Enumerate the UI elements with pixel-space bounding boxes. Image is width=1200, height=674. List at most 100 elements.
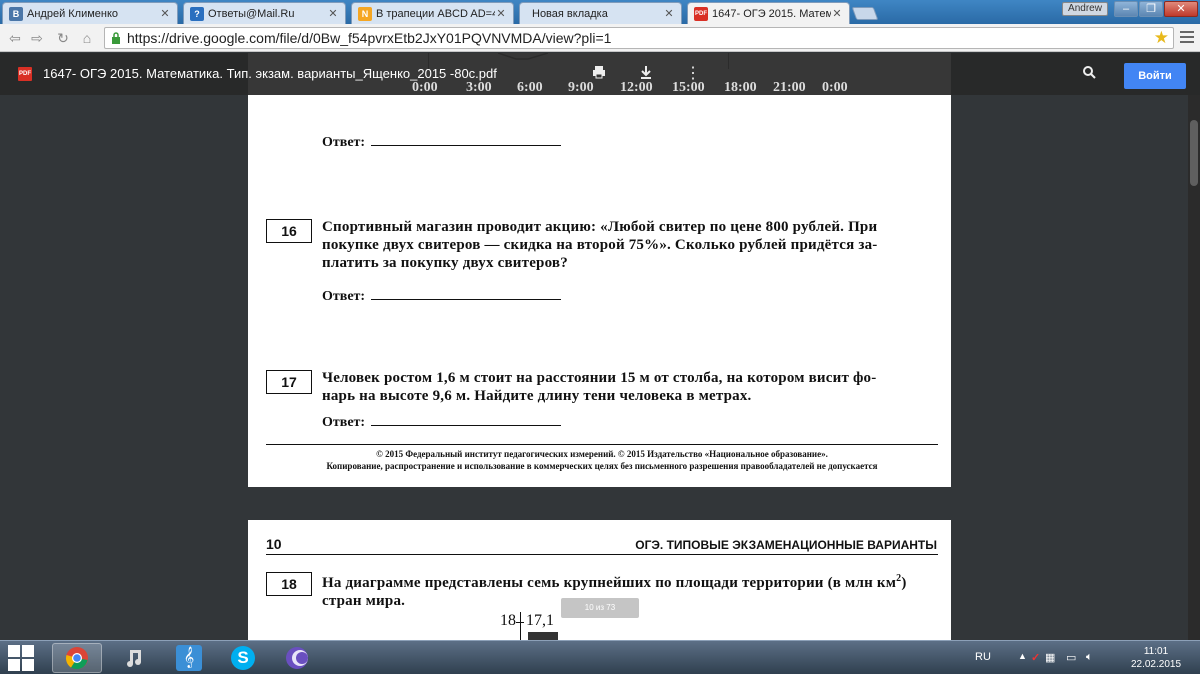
text-line: Спортивный магазин проводит акцию: «Любо… bbox=[322, 219, 878, 235]
show-hidden-icons-icon[interactable]: ▲ bbox=[1018, 651, 1027, 661]
answer-row-16: Ответ: bbox=[322, 289, 562, 305]
url-text: https://drive.google.com/file/d/0Bw_f54p… bbox=[127, 30, 612, 46]
volume-icon[interactable]: 🔈︎ bbox=[1086, 651, 1093, 664]
close-icon[interactable]: ✕ bbox=[327, 7, 339, 20]
signin-button[interactable]: Войти bbox=[1124, 63, 1186, 89]
vk-icon: B bbox=[9, 6, 23, 21]
tab-mailru[interactable]: ? Ответы@Mail.Ru ✕ bbox=[183, 2, 346, 24]
browser-toolbar: ⇦ ⇨ ↻ ⌂ https://drive.google.com/file/d/… bbox=[0, 24, 1200, 52]
tab-pdf[interactable]: PDF 1647- ОГЭ 2015. Математи ✕ bbox=[687, 2, 850, 24]
network-icon[interactable]: ▭ bbox=[1066, 651, 1076, 664]
tab-label: Ответы@Mail.Ru bbox=[208, 7, 295, 20]
help-icon: ? bbox=[190, 6, 204, 21]
address-bar[interactable]: https://drive.google.com/file/d/0Bw_f54p… bbox=[104, 27, 1174, 49]
eclipse-icon[interactable] bbox=[272, 643, 322, 673]
text-line: На диаграмме представлены семь крупнейши… bbox=[322, 570, 937, 592]
tab-label: 1647- ОГЭ 2015. Математи bbox=[712, 7, 831, 20]
page-number: 10 bbox=[266, 536, 282, 552]
answer-blank bbox=[371, 290, 562, 300]
restore-button[interactable]: ❐ bbox=[1139, 1, 1163, 17]
text-line: покупке двух свитеров — скидка на второй… bbox=[322, 237, 878, 253]
chart-axis-tick: 18 bbox=[500, 612, 516, 629]
scrollbar-thumb[interactable] bbox=[1190, 120, 1198, 186]
forward-arrow-icon[interactable]: ⇨ bbox=[28, 29, 46, 47]
pdf-icon: PDF bbox=[694, 6, 708, 21]
question-number-17: 17 bbox=[266, 370, 312, 394]
back-arrow-icon[interactable]: ⇦ bbox=[6, 29, 24, 47]
question-number-18: 18 bbox=[266, 572, 312, 596]
tray-app-icon[interactable]: ▦ bbox=[1045, 651, 1055, 664]
answer-row-15: Ответ: bbox=[322, 135, 562, 151]
pdf-page-9: 0:00 3:00 6:00 9:00 12:00 15:00 18:00 21… bbox=[248, 53, 951, 487]
bar-value-label: 17,1 bbox=[526, 612, 554, 629]
tick-label: 0:00 bbox=[412, 80, 438, 95]
skype-icon[interactable]: S bbox=[218, 643, 268, 673]
pdf-page-10: 10 ОГЭ. ТИПОВЫЕ ЭКЗАМЕНАЦИОННЫЕ ВАРИАНТЫ… bbox=[248, 520, 951, 640]
chart-bar bbox=[528, 632, 558, 640]
answer-label: Ответ: bbox=[322, 415, 366, 430]
tab-label: Новая вкладка bbox=[532, 7, 608, 20]
tick-label: 12:00 bbox=[620, 80, 653, 95]
new-tab-button[interactable] bbox=[851, 7, 879, 20]
answer-blank bbox=[371, 136, 562, 146]
text-line: Человек ростом 1,6 м стоит на расстоянии… bbox=[322, 370, 877, 386]
treble-clef-icon[interactable]: 𝄞 bbox=[164, 643, 214, 673]
time-axis-overlay: 0:00 3:00 6:00 9:00 12:00 15:00 18:00 21… bbox=[248, 80, 951, 96]
home-icon[interactable]: ⌂ bbox=[78, 29, 96, 47]
system-clock[interactable]: 11:01 22.02.2015 bbox=[1118, 645, 1194, 671]
tick-label: 18:00 bbox=[724, 80, 757, 95]
menu-icon[interactable] bbox=[1180, 31, 1194, 45]
close-icon[interactable]: ✕ bbox=[495, 7, 507, 20]
answer-label: Ответ: bbox=[322, 135, 366, 150]
lock-icon bbox=[112, 32, 120, 44]
file-title: 1647- ОГЭ 2015. Математика. Тип. экзам. … bbox=[43, 66, 497, 81]
windows-taskbar: 𝄞 S RU ▲ ✓ ▦ ▭ 🔈︎ 11:01 22.02.2015 bbox=[0, 640, 1200, 674]
tab-label: В трапеции ABCD AD=4, B bbox=[376, 7, 495, 20]
close-icon[interactable]: ✕ bbox=[663, 7, 675, 20]
close-window-button[interactable]: ✕ bbox=[1164, 1, 1198, 17]
text-line: платить за покупку двух свитеров? bbox=[322, 255, 568, 271]
question-number-16: 16 bbox=[266, 219, 312, 243]
tab-znanija[interactable]: N В трапеции ABCD AD=4, B ✕ bbox=[351, 2, 514, 24]
bookmark-star-icon[interactable]: ★ bbox=[1154, 28, 1169, 48]
chart-axis-tick-mark bbox=[516, 622, 524, 623]
chart-axis bbox=[520, 612, 521, 640]
question-16-text: Спортивный магазин проводит акцию: «Любо… bbox=[322, 218, 937, 272]
clock-time: 11:01 bbox=[1143, 646, 1169, 657]
profile-button[interactable]: Andrew bbox=[1062, 2, 1108, 16]
pdf-file-icon: PDF bbox=[18, 67, 32, 81]
tab-strip: B Андрей Клименко ✕ ? Ответы@Mail.Ru ✕ N… bbox=[0, 0, 1200, 24]
footer-divider bbox=[266, 444, 938, 445]
tick-label: 0:00 bbox=[822, 80, 848, 95]
tab-vk[interactable]: B Андрей Клименко ✕ bbox=[2, 2, 178, 24]
tick-label: 6:00 bbox=[517, 80, 543, 95]
reload-icon[interactable]: ↻ bbox=[54, 29, 72, 47]
tab-label: Андрей Клименко bbox=[27, 7, 119, 20]
close-icon[interactable]: ✕ bbox=[159, 7, 171, 20]
answer-blank bbox=[371, 416, 562, 426]
close-icon[interactable]: ✕ bbox=[831, 7, 843, 20]
answer-row-17: Ответ: bbox=[322, 415, 562, 431]
tick-label: 15:00 bbox=[672, 80, 705, 95]
text-line: нарь на высоте 9,6 м. Найдите длину тени… bbox=[322, 388, 752, 404]
header-divider bbox=[266, 554, 938, 555]
language-indicator[interactable]: RU bbox=[975, 651, 991, 663]
tick-label: 21:00 bbox=[773, 80, 806, 95]
text-segment: На диаграмме представлены семь крупнейши… bbox=[322, 575, 897, 591]
copyright-notice: Копирование, распространение и использов… bbox=[326, 461, 878, 471]
answer-label: Ответ: bbox=[322, 289, 366, 304]
text-segment: ) bbox=[901, 575, 907, 591]
question-17-text: Человек ростом 1,6 м стоит на расстоянии… bbox=[322, 369, 937, 405]
tab-new[interactable]: Новая вкладка ✕ bbox=[519, 2, 682, 24]
tick-label: 9:00 bbox=[568, 80, 594, 95]
copyright-line: © 2015 Федеральный институт педагогическ… bbox=[376, 449, 828, 459]
windows-start-icon[interactable] bbox=[8, 645, 34, 671]
music-icon[interactable] bbox=[110, 643, 160, 673]
clock-date: 22.02.2015 bbox=[1130, 659, 1182, 670]
page-running-header: ОГЭ. ТИПОВЫЕ ЭКЗАМЕНАЦИОННЫЕ ВАРИАНТЫ bbox=[635, 538, 937, 552]
page-indicator: 10 из 73 bbox=[561, 598, 639, 618]
chrome-icon[interactable] bbox=[52, 643, 102, 673]
antivirus-icon[interactable]: ✓ bbox=[1031, 651, 1040, 664]
minimize-button[interactable]: – bbox=[1114, 1, 1138, 17]
search-icon[interactable] bbox=[1080, 65, 1098, 83]
